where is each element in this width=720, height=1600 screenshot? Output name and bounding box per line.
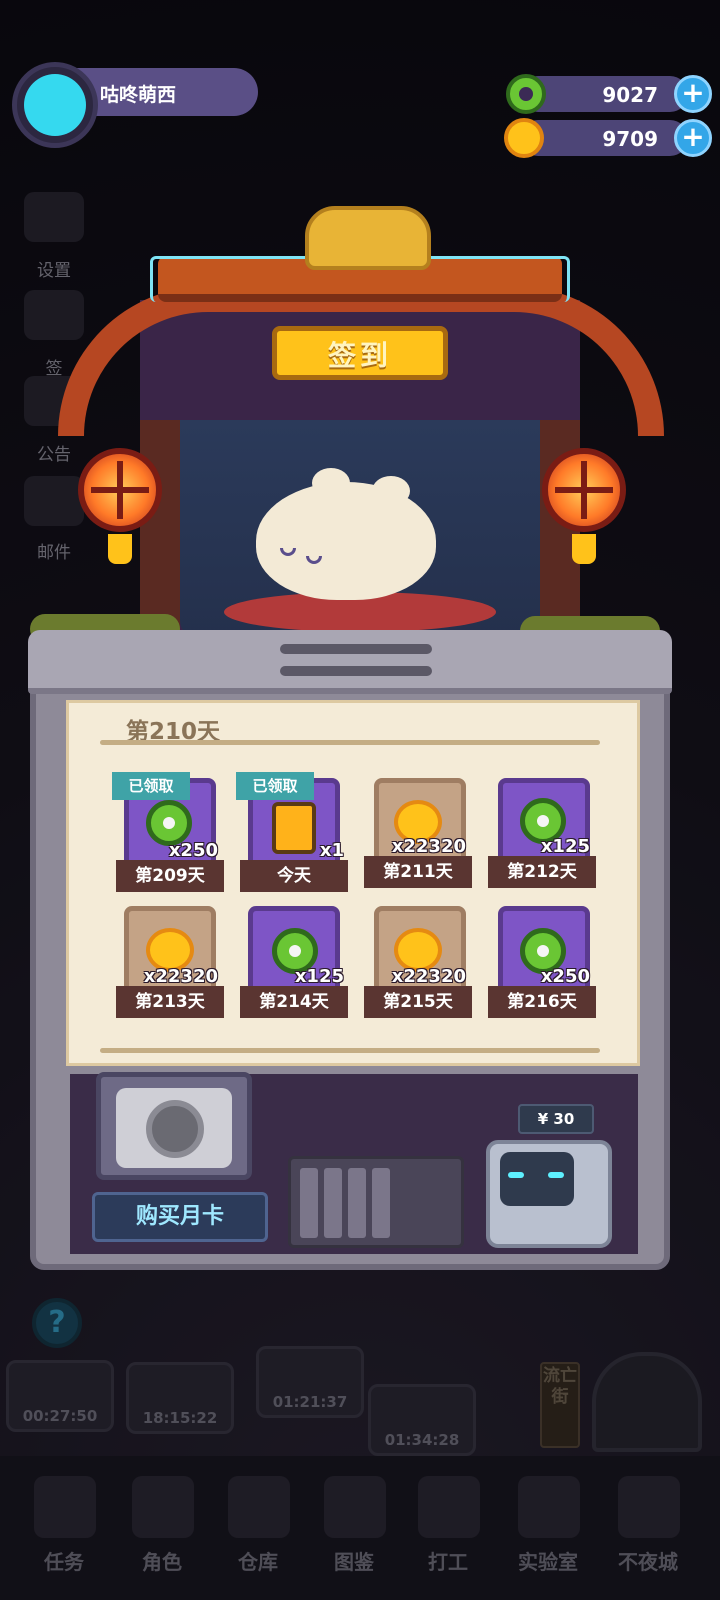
panel-cap <box>28 630 672 694</box>
reward-day-label: 今天 <box>240 860 348 892</box>
cat-avatar-icon <box>24 74 86 136</box>
lantern-right-cross-v <box>581 461 587 519</box>
reward-qty-day209: x250 <box>168 840 218 861</box>
gold-coin-icon <box>504 118 544 158</box>
lantern-right-tassel <box>572 534 596 564</box>
lantern-left-tassel <box>108 534 132 564</box>
panel-slot-bottom <box>280 666 432 676</box>
claimed-badge: 已领取 <box>112 772 190 800</box>
green-currency-value: 9027 <box>602 83 658 107</box>
paper-rule-bottom <box>100 1048 600 1053</box>
robot-eye-right <box>548 1172 564 1178</box>
shrine-pillar-left <box>140 420 180 640</box>
reward-qty-day212: x125 <box>540 836 590 857</box>
checkin-sign-text: 签到 <box>327 339 392 372</box>
add-green-currency-button[interactable]: + <box>674 75 712 113</box>
reward-qty-day211: x22320 <box>391 836 466 857</box>
book-icon <box>348 1168 366 1238</box>
gold-ingot-ornament-icon <box>305 206 431 270</box>
book-icon <box>372 1168 390 1238</box>
reward-day-label: 第214天 <box>240 986 348 1018</box>
gold-currency-value: 9709 <box>602 127 658 151</box>
robot-eye-left <box>508 1172 524 1178</box>
reward-day-label: 第209天 <box>116 860 224 892</box>
lantern-left-cross-v <box>117 461 123 519</box>
robot-face <box>500 1152 574 1206</box>
reward-day-label: 第215天 <box>364 986 472 1018</box>
add-gold-currency-button[interactable]: + <box>674 119 712 157</box>
claimed-badge: 已领取 <box>236 772 314 800</box>
buy-monthly-card-button[interactable]: 购买月卡 <box>92 1192 268 1242</box>
green-gem-coin-icon <box>506 74 546 114</box>
reward-qty-day216: x250 <box>540 966 590 987</box>
player-name: 咕咚萌西 <box>100 84 177 106</box>
book-icon <box>324 1168 342 1238</box>
reward-day-label: 第211天 <box>364 856 472 888</box>
disc-icon <box>146 1100 204 1158</box>
reward-day-label: 第213天 <box>116 986 224 1018</box>
reward-qty-day214: x125 <box>294 966 344 987</box>
panel-slot-top <box>280 644 432 654</box>
reward-qty-day213: x22320 <box>143 966 218 987</box>
reward-day-label: 第212天 <box>488 856 596 888</box>
sleeping-mascot-icon <box>256 482 436 600</box>
paper-rule-top <box>100 740 600 745</box>
book-icon <box>300 1168 318 1238</box>
reward-qty-day215: x22320 <box>391 966 466 987</box>
reward-day-label: 第216天 <box>488 986 596 1018</box>
monthly-card-price: ¥ 30 <box>518 1104 594 1134</box>
reward-qty-today: x1 <box>319 840 344 861</box>
